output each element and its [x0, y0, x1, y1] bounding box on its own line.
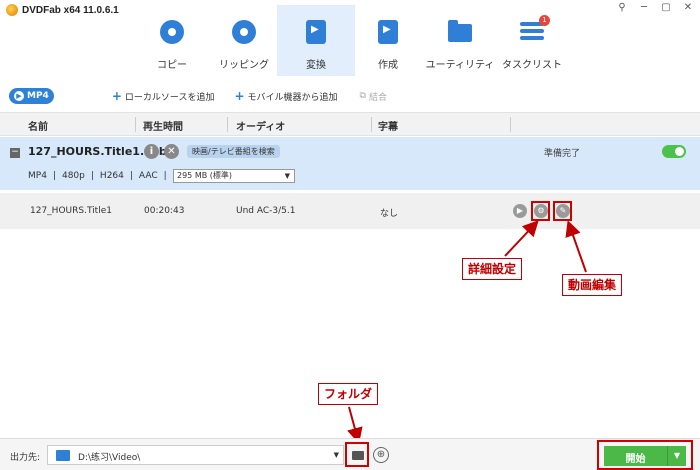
advanced-settings-callout: 詳細設定: [462, 258, 523, 280]
video-edit-icon[interactable]: ✎: [556, 204, 570, 218]
plus-icon: +: [234, 89, 245, 103]
column-audio[interactable]: オーディオ: [236, 118, 285, 133]
tab-creator[interactable]: 作成: [349, 10, 427, 78]
title-row[interactable]: − 127_HOURS.Title1.vob i ✕ 映画/テレビ番組を検索 準…: [0, 137, 700, 190]
search-tv-button[interactable]: 映画/テレビ番組を検索: [187, 145, 280, 158]
advanced-settings-icon[interactable]: ⚙: [534, 204, 548, 218]
format-spec: MP4: [28, 171, 47, 181]
status-text: 準備完了: [544, 149, 581, 159]
plus-icon: +: [111, 89, 122, 103]
output-label: 出力先:: [10, 453, 41, 463]
spec-divider: |: [52, 171, 56, 181]
bottom-bar: 出力先: D:\练习\Video\ ▼ ⊕ 開始 ▼: [0, 438, 700, 470]
tab-task-list[interactable]: 1 タスクリスト: [493, 10, 571, 78]
copy-disc-icon: [158, 18, 186, 46]
window-controls: ⚲ ─ ▢ ✕: [616, 2, 694, 13]
spec-divider: |: [129, 171, 133, 181]
open-folder-icon: [352, 450, 364, 460]
dvdfab-logo-icon: [6, 4, 18, 16]
track-audio: Und AC-3/5.1: [236, 206, 296, 216]
add-mobile-label: モバイル機器から追加: [247, 92, 338, 103]
chevron-down-icon[interactable]: ▼: [667, 446, 686, 466]
enable-toggle[interactable]: [662, 145, 686, 158]
sub-toolbar: ▶ MP4 + ローカルソースを追加 + モバイル機器から追加 ⧉ 結合: [0, 86, 700, 106]
merge-label: 結合: [368, 92, 387, 103]
output-specs: MP4 | 480p | H264 | AAC |: [28, 171, 167, 181]
tab-ripper[interactable]: リッピング: [205, 10, 283, 78]
start-button[interactable]: 開始 ▼: [604, 446, 686, 466]
task-count-badge: 1: [539, 15, 550, 26]
track-duration: 00:20:43: [144, 206, 185, 216]
globe-icon[interactable]: ⊕: [373, 447, 389, 463]
codec-spec: H264: [99, 171, 124, 181]
folder-icon: [56, 450, 70, 461]
size-select-value: 295 MB (標準): [177, 171, 232, 180]
spec-divider: |: [90, 171, 94, 181]
column-subtitle[interactable]: 字幕: [378, 118, 398, 133]
ripper-disc-icon: [230, 18, 258, 46]
table-header: 名前 再生時間 オーディオ 字幕: [0, 112, 700, 136]
remove-icon[interactable]: ✕: [164, 144, 179, 159]
output-path-value: D:\练习\Video\: [78, 453, 141, 463]
output-path-select[interactable]: D:\练习\Video\ ▼: [47, 445, 344, 465]
tab-label: 作成: [378, 60, 398, 71]
utility-folder-icon: [446, 18, 474, 46]
converter-icon: [302, 18, 330, 46]
creator-icon: [374, 18, 402, 46]
add-local-source-button[interactable]: + ローカルソースを追加: [112, 89, 215, 103]
track-row[interactable]: 127_HOURS.Title1 00:20:43 Und AC-3/5.1 な…: [0, 193, 700, 229]
resolution-spec: 480p: [61, 171, 85, 181]
tab-label: タスクリスト: [502, 60, 562, 71]
track-name: 127_HOURS.Title1: [30, 206, 112, 216]
close-icon[interactable]: ✕: [682, 2, 694, 13]
audio-spec: AAC: [138, 171, 158, 181]
collapse-icon[interactable]: −: [10, 148, 20, 158]
chevron-down-icon: ▼: [333, 451, 339, 459]
size-select[interactable]: 295 MB (標準) ▼: [173, 169, 295, 183]
start-label: 開始: [625, 454, 646, 465]
merge-button[interactable]: ⧉ 結合: [360, 90, 387, 103]
column-duration[interactable]: 再生時間: [143, 118, 183, 133]
chevron-down-icon: ▼: [284, 172, 290, 180]
tab-label: リッピング: [219, 60, 269, 71]
tab-label: ユーティリティ: [425, 60, 495, 71]
browse-folder-button[interactable]: [349, 446, 367, 464]
pin-icon[interactable]: ⚲: [616, 2, 628, 13]
track-subtitle: なし: [380, 209, 399, 219]
main-toolbar: コピー リッピング 変換 作成 ユーティリティ 1 タスクリスト: [133, 5, 565, 78]
add-local-label: ローカルソースを追加: [124, 92, 215, 103]
info-icon[interactable]: i: [144, 144, 159, 159]
tab-utility[interactable]: ユーティリティ: [421, 10, 499, 78]
minimize-icon[interactable]: ─: [638, 2, 650, 13]
folder-callout: フォルダ: [318, 383, 379, 405]
profile-label: MP4: [27, 91, 49, 101]
play-icon: ▶: [14, 91, 24, 101]
merge-icon: ⧉: [359, 91, 366, 101]
tab-label: コピー: [157, 60, 187, 71]
add-mobile-button[interactable]: + モバイル機器から追加: [234, 89, 337, 103]
preview-play-icon[interactable]: ▶: [513, 204, 527, 218]
profile-button[interactable]: ▶ MP4: [9, 88, 54, 104]
app-title: DVDFab x64 11.0.6.1: [22, 4, 119, 16]
tab-converter[interactable]: 変換: [277, 5, 355, 76]
tab-label: 変換: [306, 60, 326, 71]
spec-divider: |: [163, 171, 167, 181]
task-list-icon: 1: [518, 15, 550, 46]
tab-copy[interactable]: コピー: [133, 10, 211, 78]
maximize-icon[interactable]: ▢: [660, 2, 672, 13]
column-name[interactable]: 名前: [28, 118, 48, 133]
video-edit-callout: 動画編集: [562, 274, 623, 296]
